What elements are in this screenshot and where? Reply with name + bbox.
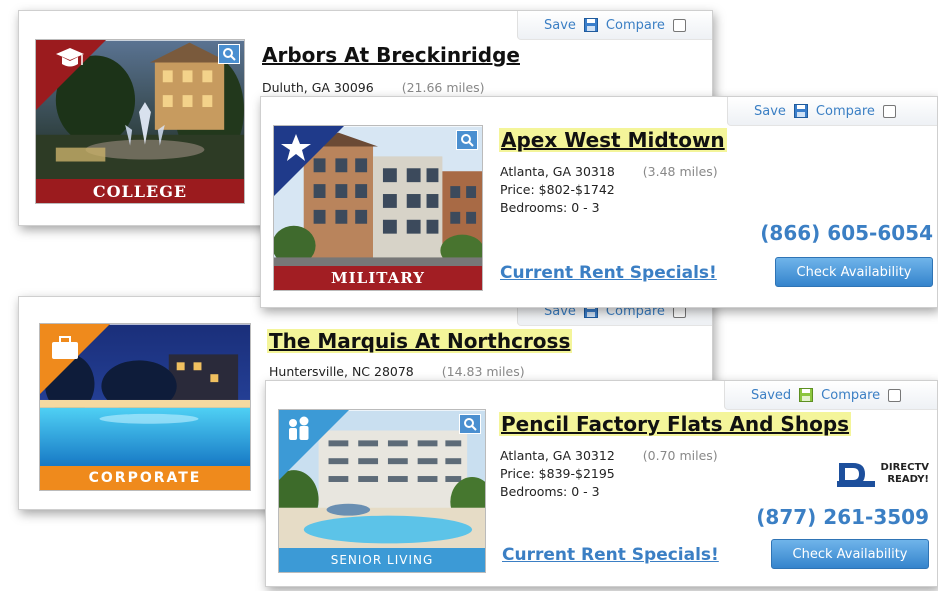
listing-title-text[interactable]: The Marquis At Northcross — [267, 329, 573, 353]
zoom-icon[interactable] — [218, 44, 240, 64]
rent-specials-link[interactable]: Current Rent Specials! — [500, 263, 717, 283]
zoom-icon[interactable] — [459, 414, 481, 434]
directv-ready-badge: DIRECTV READY! — [835, 459, 929, 489]
zoom-icon[interactable] — [456, 130, 478, 150]
ready-text: READY! — [887, 474, 929, 485]
listing-location: Huntersville, NC 28078 — [269, 364, 414, 379]
listing-details: Atlanta, GA 30312 (0.70 miles) Price: $8… — [500, 447, 718, 501]
listing-location-row: Duluth, GA 30096 (21.66 miles) — [262, 79, 485, 97]
listing-title[interactable]: Arbors At Breckinridge — [262, 43, 520, 67]
phone-number[interactable]: (866) 605-6054 — [760, 221, 933, 245]
listing-location: Atlanta, GA 30318 — [500, 164, 615, 179]
listing-actions: Save Compare — [517, 11, 712, 40]
compare-link[interactable]: Compare — [606, 18, 665, 33]
save-disk-icon[interactable] — [583, 18, 598, 32]
listing-location-row: Atlanta, GA 30312 (0.70 miles) — [500, 447, 718, 465]
listing-distance: (3.48 miles) — [642, 164, 718, 179]
directv-text: DIRECTV — [880, 462, 929, 473]
college-ribbon: COLLEGE — [36, 179, 244, 203]
listing-location-row: Atlanta, GA 30318 (3.48 miles) — [500, 163, 718, 181]
listing-title[interactable]: Pencil Factory Flats And Shops — [499, 412, 852, 436]
save-link[interactable]: Save — [754, 104, 786, 119]
compare-checkbox[interactable] — [888, 388, 902, 402]
listing-photo[interactable]: COLLEGE — [35, 39, 245, 204]
listing-actions: Saved Compare — [724, 381, 937, 410]
check-availability-button[interactable]: Check Availability — [775, 257, 933, 287]
compare-checkbox[interactable] — [672, 18, 686, 32]
save-disk-icon[interactable] — [799, 388, 814, 402]
listing-location-row: Huntersville, NC 28078 (14.83 miles) — [269, 363, 525, 381]
listing-details: Atlanta, GA 30318 (3.48 miles) Price: $8… — [500, 163, 718, 217]
directv-logo-icon — [836, 463, 875, 487]
saved-link[interactable]: Saved — [751, 388, 791, 403]
listing-price: Price: $802-$1742 — [500, 182, 615, 197]
listing-distance: (14.83 miles) — [441, 364, 525, 379]
listing-photo[interactable]: SENIOR LIVING — [278, 409, 486, 573]
listing-card-pencil-factory: Saved Compare SENIOR LIVING Pencil Facto… — [265, 380, 938, 587]
phone-number[interactable]: (877) 261-3509 — [756, 505, 929, 529]
compare-link[interactable]: Compare — [821, 388, 880, 403]
people-icon — [279, 410, 349, 480]
listing-location: Duluth, GA 30096 — [262, 80, 374, 95]
senior-living-ribbon: SENIOR LIVING — [279, 548, 485, 572]
compare-link[interactable]: Compare — [816, 104, 875, 119]
listing-title[interactable]: Apex West Midtown — [499, 128, 727, 152]
listing-price: Price: $839-$2195 — [500, 466, 615, 481]
listing-title-text[interactable]: Apex West Midtown — [499, 128, 727, 152]
listing-photo[interactable]: MILITARY — [273, 125, 483, 291]
military-ribbon: MILITARY — [274, 266, 482, 290]
listing-bedrooms: Bedrooms: 0 - 3 — [500, 484, 600, 499]
listing-photo[interactable]: CORPORATE — [39, 323, 251, 491]
listing-location: Atlanta, GA 30312 — [500, 448, 615, 463]
listing-distance: (21.66 miles) — [401, 80, 485, 95]
listing-bedrooms: Bedrooms: 0 - 3 — [500, 200, 600, 215]
save-link[interactable]: Save — [544, 18, 576, 33]
listing-actions: Save Compare — [727, 97, 937, 126]
listing-distance: (0.70 miles) — [642, 448, 718, 463]
corporate-ribbon: CORPORATE — [40, 466, 250, 490]
briefcase-icon — [40, 324, 110, 394]
check-availability-button[interactable]: Check Availability — [771, 539, 929, 569]
listing-title[interactable]: The Marquis At Northcross — [267, 329, 573, 353]
graduation-cap-icon — [36, 40, 106, 110]
save-disk-icon[interactable] — [793, 104, 808, 118]
listing-title-text[interactable]: Pencil Factory Flats And Shops — [499, 412, 852, 436]
rent-specials-link[interactable]: Current Rent Specials! — [502, 545, 719, 565]
star-icon — [274, 126, 344, 196]
compare-checkbox[interactable] — [882, 104, 896, 118]
listing-card-apex: Save Compare MILITARY Apex West Midtown … — [260, 96, 938, 308]
